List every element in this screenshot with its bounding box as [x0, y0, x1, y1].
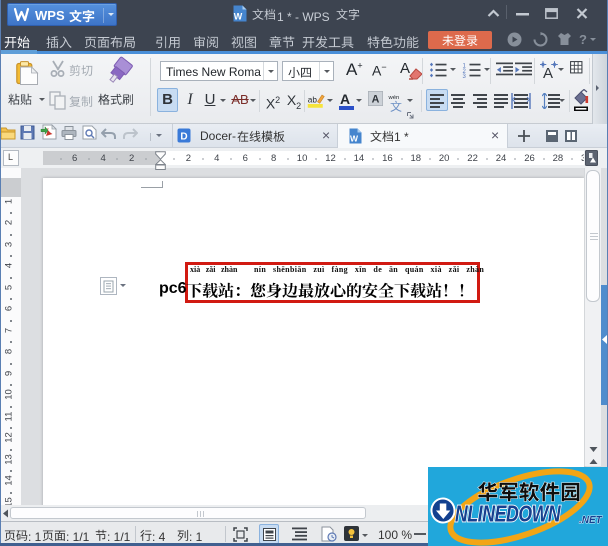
svg-text:A: A — [372, 93, 380, 105]
svg-text:W: W — [234, 12, 243, 22]
svg-text:W: W — [350, 134, 359, 144]
svg-text:D: D — [180, 132, 187, 143]
svg-text:A: A — [340, 91, 350, 107]
svg-text:NLINEDOWN: NLINEDOWN — [455, 501, 561, 527]
svg-text:A: A — [543, 65, 553, 81]
svg-text:ab: ab — [308, 96, 318, 105]
svg-text:.NET: .NET — [579, 515, 603, 526]
svg-text:3: 3 — [463, 74, 467, 78]
